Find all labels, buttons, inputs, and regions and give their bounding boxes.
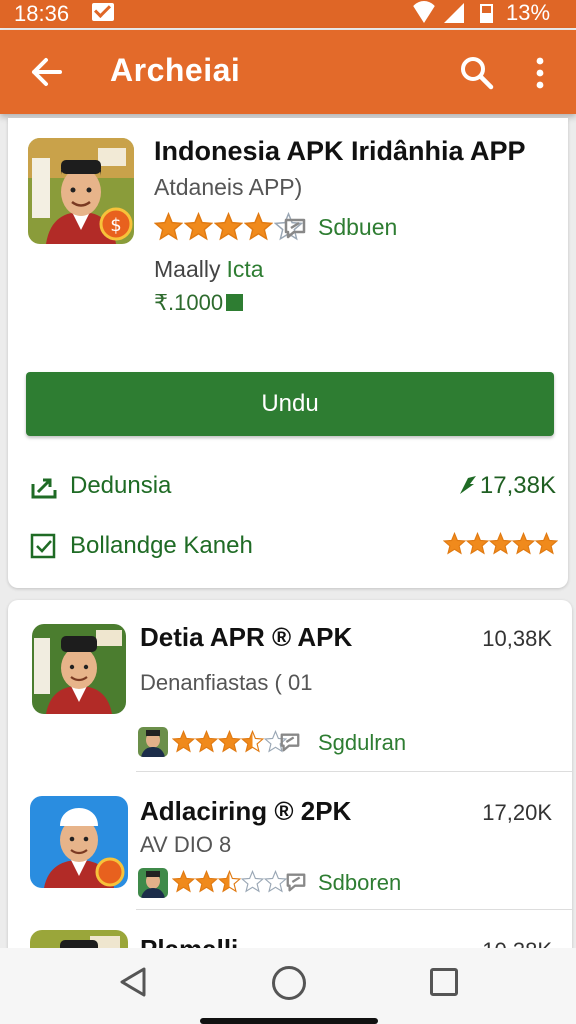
app-icon (30, 796, 128, 888)
wifi-icon (410, 1, 438, 23)
status-icons: 13% (410, 0, 570, 28)
featured-app-icon[interactable]: $ (28, 138, 134, 244)
star-icon (184, 212, 213, 241)
chat-icon (286, 873, 306, 892)
star-icon (154, 212, 183, 241)
gesture-bar[interactable] (200, 1018, 378, 1024)
app-review-label: Sdboren (318, 870, 402, 895)
app-rating-stars (172, 870, 287, 893)
app-title: Adlaciring ® 2PK (140, 796, 352, 826)
battery-icon (480, 4, 493, 23)
mail-notification-icon (92, 3, 114, 21)
downloads-count: 17,38K (479, 472, 556, 499)
signal-icon (444, 3, 464, 23)
developer-avatar (138, 868, 168, 898)
price-badge-icon (226, 294, 244, 311)
more-options-icon[interactable] (528, 54, 552, 92)
stat-value-downloads: 17,38K (458, 472, 556, 500)
star-icon (172, 730, 195, 753)
star-icon (244, 212, 273, 241)
app-download-count: 17,20K (482, 800, 552, 825)
status-time: 18:36 (14, 1, 70, 26)
list-item[interactable]: Detia APR ® APK 10,38K Denanfiastas ( 01… (8, 600, 572, 772)
list-item[interactable]: Adlaciring ® 2PK 17,20K AV DIO 8 Sdboren (8, 772, 572, 910)
app-rating-stars (172, 730, 287, 753)
featured-app-subtitle: Atdaneis APP) (154, 174, 303, 200)
featured-price: ₹.1000 (154, 290, 244, 316)
star-icon (214, 212, 243, 241)
price-text: ₹.1000 (154, 290, 224, 315)
app-subtitle: Denanfiastas ( 01 (140, 670, 313, 695)
stat-label-downloads: Dedunsia (70, 472, 172, 499)
star-icon (218, 730, 241, 753)
nav-recent-apps-icon[interactable] (430, 968, 458, 996)
nav-back-icon[interactable] (116, 964, 152, 1000)
app-bar-title: Archeiai (110, 52, 241, 88)
battery-percent: 13% (506, 0, 551, 25)
star-icon (241, 870, 264, 893)
status-bar: 18:36 13% (0, 0, 576, 28)
checkbox-icon (30, 533, 56, 559)
star-icon (512, 532, 535, 555)
featured-app-title: Indonesia APK Iridânhia APP (154, 136, 526, 166)
developer-prefix: Maally (154, 256, 221, 282)
star-icon (535, 532, 558, 555)
star-icon (172, 870, 195, 893)
star-icon (218, 870, 241, 893)
star-icon (241, 730, 264, 753)
featured-app-card: $ Indonesia APK Iridânhia APP Atdaneis A… (8, 118, 568, 588)
stat-rating-stars (443, 532, 558, 555)
developer-avatar (138, 727, 168, 757)
system-navigation-bar (0, 948, 576, 1024)
svg-text:$: $ (110, 215, 121, 236)
app-bar: Archeiai (0, 30, 576, 114)
star-icon (443, 532, 466, 555)
chat-icon (284, 218, 306, 239)
developer-name[interactable]: Icta (226, 256, 263, 282)
nav-home-icon[interactable] (272, 966, 306, 1000)
star-icon (195, 730, 218, 753)
app-review-label: Sgdulran (318, 730, 407, 755)
share-icon (31, 478, 57, 499)
app-download-count: 10,38K (482, 626, 552, 651)
back-arrow-icon[interactable] (28, 56, 64, 88)
featured-review-label: Sdbuen (318, 214, 398, 240)
star-icon (489, 532, 512, 555)
star-icon (466, 532, 489, 555)
featured-developer: Maally Icta (154, 256, 264, 283)
app-title: Detia APR ® APK (140, 622, 353, 652)
search-icon[interactable] (458, 54, 496, 92)
star-icon (195, 870, 218, 893)
stat-label-rating: Bollandge Kaneh (70, 532, 253, 559)
app-list-card: Detia APR ® APK 10,38K Denanfiastas ( 01… (8, 600, 572, 1000)
app-icon (32, 624, 126, 714)
install-button[interactable]: Undu (26, 372, 554, 436)
chat-icon (280, 733, 300, 752)
app-subtitle: AV DIO 8 (140, 832, 232, 857)
stat-row-downloads: Dedunsia 17,38K (30, 470, 558, 506)
stat-row-rating: Bollandge Kaneh (30, 530, 558, 566)
trend-icon (459, 476, 476, 494)
